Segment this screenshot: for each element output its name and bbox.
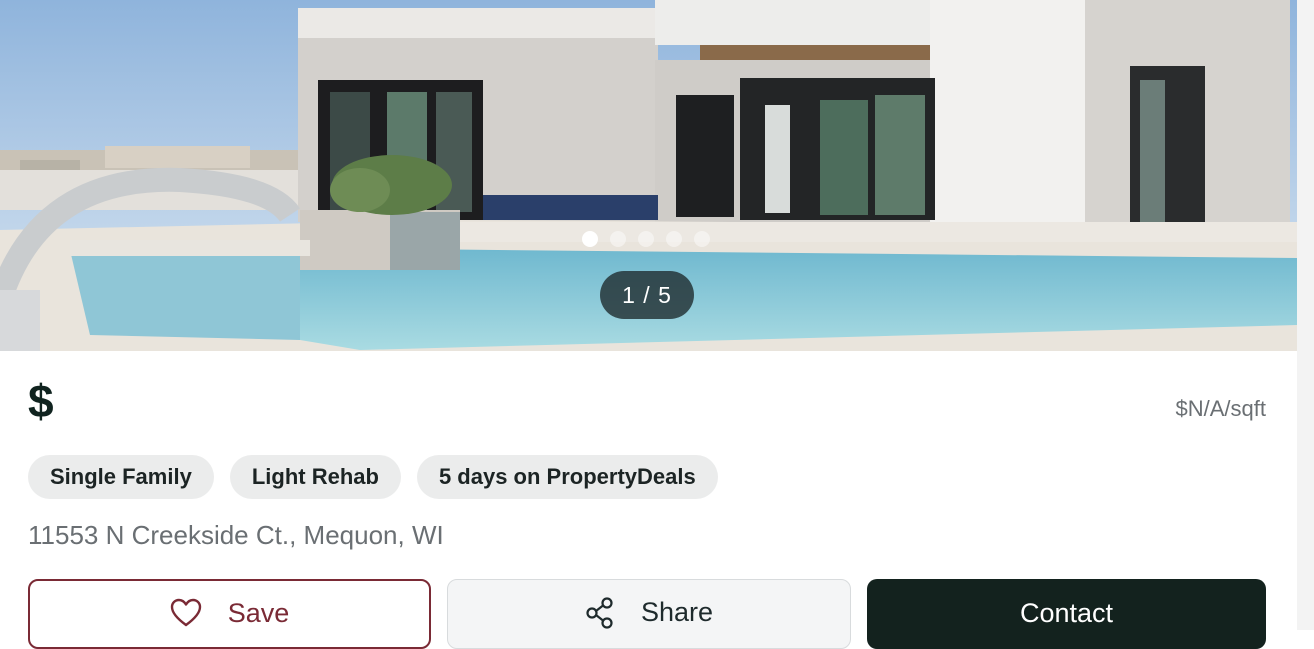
carousel-dot[interactable]	[694, 231, 710, 247]
share-icon	[585, 597, 615, 629]
slide-counter: 1 / 5	[600, 271, 694, 319]
carousel-dot[interactable]	[638, 231, 654, 247]
carousel-dot[interactable]	[582, 231, 598, 247]
tag-days-listed: 5 days on PropertyDeals	[416, 455, 718, 499]
listing-tags: Single Family Light Rehab 5 days on Prop…	[28, 455, 718, 499]
scrollbar-track	[1297, 0, 1314, 630]
tag-property-type: Single Family	[28, 455, 214, 499]
save-button[interactable]: Save	[28, 579, 431, 649]
heart-icon	[170, 598, 202, 628]
price-per-sqft: $N/A/sqft	[1175, 396, 1266, 421]
contact-button[interactable]: Contact	[867, 579, 1266, 649]
carousel-dot[interactable]	[666, 231, 682, 247]
tag-rehab-level: Light Rehab	[229, 455, 401, 499]
share-button[interactable]: Share	[447, 579, 851, 649]
share-label: Share	[640, 597, 714, 627]
save-label: Save	[227, 598, 290, 628]
carousel-pagination	[582, 231, 710, 247]
listing-price: $	[28, 375, 54, 427]
carousel-dot[interactable]	[610, 231, 626, 247]
contact-label: Contact	[1019, 598, 1114, 628]
property-photo-carousel[interactable]: 1 / 5	[0, 0, 1297, 351]
listing-address: 11553 N Creekside Ct., Mequon, WI	[28, 520, 444, 550]
